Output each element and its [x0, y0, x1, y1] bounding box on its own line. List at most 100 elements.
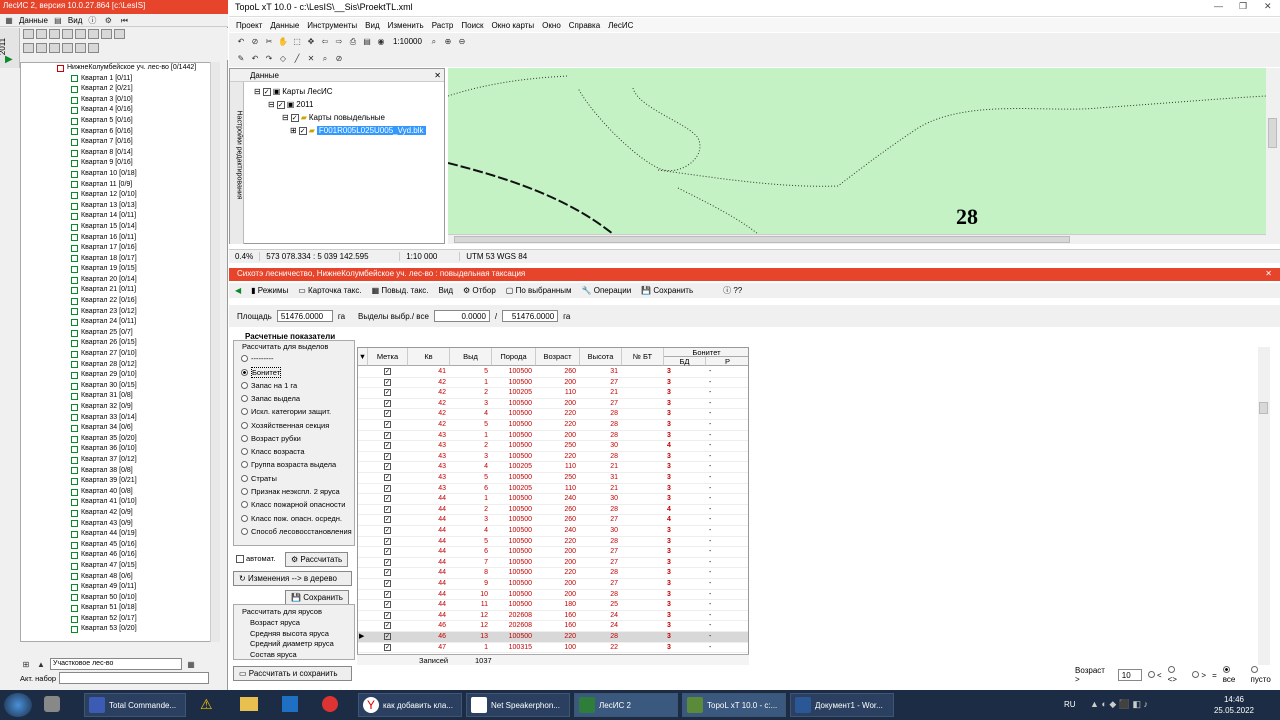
tool-icon[interactable]: [49, 29, 60, 39]
mark-checkbox[interactable]: ✓: [384, 558, 391, 566]
tree-checkbox[interactable]: [71, 191, 78, 199]
calc-radio-option[interactable]: Запас выдела: [241, 394, 300, 403]
tree-checkbox[interactable]: [71, 435, 78, 443]
tree-checkbox[interactable]: [71, 552, 78, 560]
tree-item-kvartal[interactable]: Квартал 37 [0/12]: [21, 455, 217, 466]
map-v-scrollbar[interactable]: [1266, 68, 1280, 244]
filter-button[interactable]: ⚙ Отбор: [463, 286, 496, 295]
tree-item-kvartal[interactable]: Квартал 23 [0/12]: [21, 307, 217, 318]
language-indicator[interactable]: RU: [1064, 700, 1076, 709]
first-icon[interactable]: ⏮: [118, 15, 130, 26]
tree-checkbox[interactable]: [71, 181, 78, 189]
tree-item-kvartal[interactable]: Квартал 41 [0/10]: [21, 497, 217, 508]
tree-item-kvartal[interactable]: Квартал 5 [0/16]: [21, 116, 217, 127]
outlook-icon[interactable]: [282, 696, 298, 712]
filter-lt[interactable]: <: [1147, 670, 1162, 680]
zoom-icon[interactable]: ⌕: [428, 36, 440, 47]
table-row[interactable]: ✓ 42 5 100500 220 28 3 -: [358, 420, 748, 431]
scale-value[interactable]: 1:10000: [393, 37, 422, 46]
tool-icon[interactable]: [75, 29, 86, 39]
table-row[interactable]: ✓ 41 5 100500 260 31 3 -: [358, 367, 748, 378]
col-poroda[interactable]: Порода: [492, 348, 536, 366]
table-row[interactable]: ✓ 46 12 202608 160 24 3 -: [358, 621, 748, 632]
calc-radio-option[interactable]: Искл. категории защит.: [241, 407, 331, 416]
col-height[interactable]: Высота: [580, 348, 622, 366]
tree-checkbox[interactable]: [71, 75, 78, 83]
table-row[interactable]: ✓ 42 3 100500 200 27 3 -: [358, 399, 748, 410]
table-row[interactable]: ✓ 44 7 100500 200 27 3 -: [358, 558, 748, 569]
calc-radio-option[interactable]: Бонитет: [241, 367, 282, 379]
topol-menu-item[interactable]: Вид: [365, 21, 379, 30]
tree-item-kvartal[interactable]: Квартал 14 [0/11]: [21, 211, 217, 222]
tree-item-kvartal[interactable]: Квартал 12 [0/10]: [21, 190, 217, 201]
topol-menu-item[interactable]: ЛесИС: [608, 21, 633, 30]
grid-v-scrollbar[interactable]: [1258, 347, 1270, 665]
calc-radio-option[interactable]: Класс возраста: [241, 447, 305, 456]
tool-icon[interactable]: [114, 29, 125, 39]
menu-view[interactable]: Вид: [68, 16, 82, 25]
taxation-grid[interactable]: ▼ Метка Кв Выд Порода Возраст Высота № Б…: [357, 347, 749, 665]
tree-item-kvartal[interactable]: Квартал 29 [0/10]: [21, 370, 217, 381]
folder-icon[interactable]: [240, 697, 258, 711]
tree-item-kvartal[interactable]: Квартал 33 [0/14]: [21, 413, 217, 424]
tree-item-kvartal[interactable]: Квартал 13 [0/13]: [21, 201, 217, 212]
tree-checkbox[interactable]: [71, 202, 78, 210]
tree-checkbox[interactable]: [71, 96, 78, 104]
red-circle-icon[interactable]: [322, 696, 338, 712]
calc-radio-option[interactable]: Страты: [241, 474, 277, 483]
tree-item-kvartal[interactable]: Квартал 51 [0/18]: [21, 603, 217, 614]
col-vyd[interactable]: Выд: [450, 348, 492, 366]
redo-icon[interactable]: ↷: [263, 53, 275, 64]
tree-checkbox[interactable]: [71, 244, 78, 252]
tree-checkbox[interactable]: [71, 372, 78, 380]
topol-menu-item[interactable]: Поиск: [461, 21, 483, 30]
mark-checkbox[interactable]: ✓: [384, 421, 391, 428]
tree-checkbox[interactable]: [71, 117, 78, 125]
topol-menu-item[interactable]: Окно: [542, 21, 561, 30]
tree-checkbox[interactable]: [71, 509, 78, 517]
zoom-icon[interactable]: ⌕: [319, 53, 331, 64]
zoom-in-icon[interactable]: ⊕: [442, 36, 454, 47]
col-bt[interactable]: № БТ: [622, 348, 664, 366]
area-field[interactable]: 51476.0000: [276, 310, 333, 322]
tree-item-kvartal[interactable]: Квартал 47 [0/15]: [21, 561, 217, 572]
tree-item-kvartal[interactable]: Квартал 6 [0/16]: [21, 127, 217, 138]
tree-item-kvartal[interactable]: Квартал 46 [0/16]: [21, 550, 217, 561]
tool-icon[interactable]: [101, 29, 112, 39]
topol-menu-item[interactable]: Справка: [569, 21, 600, 30]
table-row[interactable]: ✓ 44 8 100500 220 28 3 -: [358, 568, 748, 579]
tool-icon[interactable]: [62, 43, 73, 53]
tree-checkbox[interactable]: [71, 424, 78, 432]
combo-select[interactable]: Участковое лес-во: [50, 658, 182, 670]
calc-radio-option[interactable]: Класс пожарной опасности: [241, 500, 345, 509]
by-selected-button[interactable]: ▢ По выбранным: [506, 286, 572, 295]
kvartal-tree[interactable]: НижнеКолумбейское уч. лес-во [0/1442] Кв…: [20, 62, 218, 642]
mark-checkbox[interactable]: ✓: [384, 569, 391, 577]
tree-item-kvartal[interactable]: Квартал 26 [0/15]: [21, 338, 217, 349]
edit-icon[interactable]: ✎: [235, 53, 247, 64]
tree-checkbox[interactable]: [71, 541, 78, 549]
tree-item-kvartal[interactable]: Квартал 2 [0/21]: [21, 84, 217, 95]
card-button[interactable]: ▭ Карточка такс.: [298, 286, 361, 295]
tree-checkbox[interactable]: [71, 308, 78, 316]
col-bd[interactable]: БД: [664, 357, 706, 366]
tree-item-kvartal[interactable]: Квартал 18 [0/17]: [21, 254, 217, 265]
eye-icon[interactable]: ◉: [375, 36, 387, 47]
calc-radio-option[interactable]: Класс пож. опасн. осредн.: [241, 514, 342, 523]
tree-item-kvartal[interactable]: Квартал 30 [0/15]: [21, 381, 217, 392]
tree-checkbox[interactable]: [71, 85, 78, 93]
tree-item-kvartal[interactable]: Квартал 53 [0/20]: [21, 624, 217, 635]
tree-item-kvartal[interactable]: Квартал 25 [0/7]: [21, 328, 217, 339]
mark-checkbox[interactable]: ✓: [384, 431, 391, 439]
close-icon[interactable]: ✕: [1264, 1, 1272, 12]
table-row[interactable]: ✓ 44 9 100500 200 27 3 -: [358, 579, 748, 590]
table-row[interactable]: ✓ 44 12 202608 160 24 3 -: [358, 611, 748, 622]
tree-checkbox[interactable]: [71, 319, 78, 327]
vydel-tax-button[interactable]: ▦ Повыд. такс.: [372, 286, 429, 295]
tree-checkbox[interactable]: [71, 340, 78, 348]
tree-checkbox[interactable]: [71, 520, 78, 528]
tool-icon[interactable]: [88, 43, 99, 53]
edit-settings-tab[interactable]: Настройки редактирования: [230, 82, 244, 244]
tree-checkbox[interactable]: [71, 573, 78, 581]
tree-item-kvartal[interactable]: Квартал 31 [0/8]: [21, 391, 217, 402]
